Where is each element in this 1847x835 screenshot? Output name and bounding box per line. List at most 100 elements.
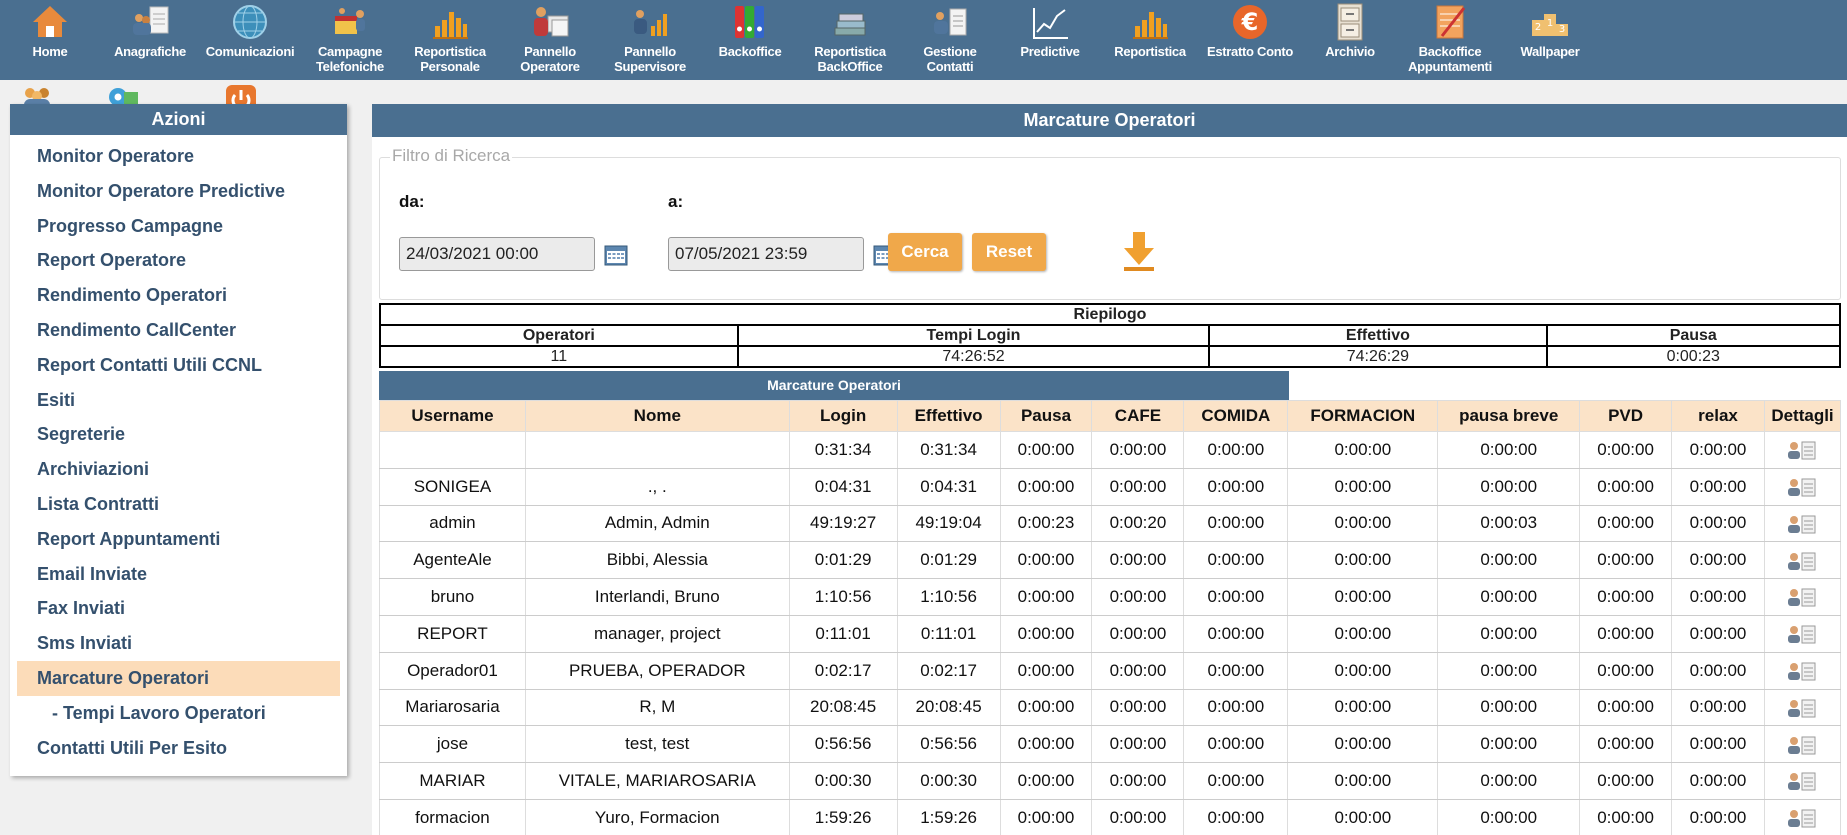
sidebar-item[interactable]: Lista Contratti bbox=[17, 487, 340, 522]
toolbar-item[interactable]: Pannello Supervisore bbox=[600, 0, 700, 80]
column-header[interactable]: pausa breve bbox=[1437, 400, 1581, 432]
table-row: REPORT manager, project 0:11:01 0:11:01 0:00… bbox=[379, 615, 1842, 653]
column-header[interactable]: Login bbox=[788, 400, 898, 432]
details-cell bbox=[1763, 799, 1842, 835]
column-header[interactable]: relax bbox=[1671, 400, 1765, 432]
to-date-input[interactable] bbox=[668, 237, 864, 271]
sidebar-item[interactable]: Monitor Operatore bbox=[17, 139, 340, 174]
toolbar-item-label: Backoffice bbox=[718, 44, 782, 59]
toolbar-item[interactable]: Home bbox=[0, 0, 100, 80]
column-header[interactable]: Username bbox=[379, 400, 526, 432]
table-cell: 1:10:56 bbox=[788, 578, 898, 616]
toolbar-item[interactable]: Backoffice Appuntamenti bbox=[1400, 0, 1500, 80]
sidebar-item[interactable]: Rendimento CallCenter bbox=[17, 313, 340, 348]
table-cell: 0:00:00 bbox=[1579, 762, 1673, 800]
sidebar-item[interactable]: Archiviazioni bbox=[17, 452, 340, 487]
toolbar-item[interactable]: Anagrafiche bbox=[100, 0, 200, 80]
toolbar-item[interactable]: Campagne Telefoniche bbox=[300, 0, 400, 80]
sidebar-item[interactable]: Report Appuntamenti bbox=[17, 522, 340, 557]
user-details-icon[interactable] bbox=[1786, 661, 1818, 681]
sidebar-item[interactable]: Esiti bbox=[17, 383, 340, 418]
user-details-icon[interactable] bbox=[1786, 698, 1818, 718]
table-row: AgenteAle Bibbi, Alessia 0:01:29 0:01:29 0:0… bbox=[379, 541, 1842, 580]
sidebar-item[interactable]: Segreterie bbox=[17, 417, 340, 452]
toolbar-item[interactable]: € Estratto Conto bbox=[1200, 0, 1300, 80]
toolbar-item-label: Estratto Conto bbox=[1206, 44, 1294, 59]
toolbar-item-label: Archivio bbox=[1325, 44, 1375, 59]
column-header[interactable]: Effettivo bbox=[896, 400, 1001, 432]
toolbar-item[interactable]: Predictive bbox=[1000, 0, 1100, 80]
settings-gears-icon[interactable] bbox=[106, 83, 140, 104]
user-details-icon[interactable] bbox=[1786, 808, 1818, 828]
user-details-icon[interactable] bbox=[1786, 514, 1818, 534]
column-header[interactable]: COMIDA bbox=[1183, 400, 1289, 432]
sidebar-item[interactable]: Email Inviate bbox=[17, 557, 340, 592]
column-header[interactable]: FORMACION bbox=[1287, 400, 1439, 432]
table-cell: 0:00:00 bbox=[1091, 431, 1185, 469]
user-details-icon[interactable] bbox=[1786, 735, 1818, 755]
column-header[interactable]: PVD bbox=[1579, 400, 1673, 432]
table-cell: 0:11:01 bbox=[788, 615, 898, 653]
details-cell bbox=[1763, 431, 1842, 469]
user-details-icon[interactable] bbox=[1786, 477, 1818, 497]
sidebar-item[interactable]: Sms Inviati bbox=[17, 626, 340, 661]
table-cell: formacion bbox=[379, 799, 526, 835]
toolbar-item[interactable]: Reportistica BackOffice bbox=[800, 0, 900, 80]
reset-button[interactable]: Reset bbox=[972, 233, 1046, 271]
table-cell: AgenteAle bbox=[379, 541, 526, 580]
toolbar-item[interactable]: Backoffice bbox=[700, 0, 800, 80]
podium-icon: 12 3 bbox=[1530, 2, 1570, 42]
table-cell: REPORT bbox=[379, 615, 526, 653]
users-group-icon[interactable] bbox=[20, 83, 54, 104]
table-cell: 0:00:00 bbox=[1183, 799, 1289, 835]
table-cell: 0:00:00 bbox=[1579, 468, 1673, 506]
toolbar-item[interactable]: Reportistica bbox=[1100, 0, 1200, 80]
operators-table: Username Nome Login Effettivo Pausa CAFE COMID… bbox=[379, 400, 1842, 835]
sidebar-item[interactable]: Contatti Utili Per Esito bbox=[17, 731, 340, 766]
sidebar-item[interactable]: Rendimento Operatori bbox=[17, 278, 340, 313]
table-cell: ., . bbox=[524, 468, 790, 506]
sidebar-item[interactable]: Marcature Operatori bbox=[17, 660, 340, 696]
column-header[interactable]: Dettagli bbox=[1763, 400, 1842, 432]
summary-table: Riepilogo Operatori Tempi Login Effettivo P… bbox=[379, 303, 1842, 368]
user-details-icon[interactable] bbox=[1786, 624, 1818, 644]
column-header[interactable]: CAFE bbox=[1091, 400, 1185, 432]
table-cell: 0:00:00 bbox=[1437, 431, 1581, 469]
user-details-icon[interactable] bbox=[1786, 587, 1818, 607]
details-cell bbox=[1763, 615, 1842, 653]
table-cell: 0:00:00 bbox=[999, 468, 1093, 506]
user-details-icon[interactable] bbox=[1786, 771, 1818, 791]
sidebar-item[interactable]: Report Operatore bbox=[17, 243, 340, 278]
user-details-icon[interactable] bbox=[1786, 440, 1818, 460]
sidebar-item[interactable]: Report Contatti Utili CCNL bbox=[17, 348, 340, 383]
details-cell bbox=[1763, 578, 1842, 616]
summary-value: 0:00:23 bbox=[1545, 345, 1842, 368]
from-date-input[interactable] bbox=[399, 237, 595, 271]
toolbar-item[interactable]: Archivio bbox=[1300, 0, 1400, 80]
toolbar-item[interactable]: Pannello Operatore bbox=[500, 0, 600, 80]
toolbar-item[interactable]: 1 2 3 Wallpaper bbox=[1500, 0, 1600, 80]
column-header[interactable]: Pausa bbox=[999, 400, 1093, 432]
user-details-icon[interactable] bbox=[1786, 551, 1818, 571]
table-cell: 0:00:00 bbox=[1287, 762, 1439, 800]
table-cell: 0:00:00 bbox=[1091, 468, 1185, 506]
table-cell: 0:00:00 bbox=[1287, 652, 1439, 690]
toolbar-item[interactable]: Comunicazioni bbox=[200, 0, 300, 80]
calendar-icon[interactable] bbox=[604, 244, 628, 266]
download-arrow-icon[interactable] bbox=[1122, 229, 1156, 273]
table-cell: 0:00:00 bbox=[1287, 615, 1439, 653]
table-cell: 0:00:00 bbox=[1091, 541, 1185, 580]
table-cell: 0:04:31 bbox=[896, 468, 1001, 506]
power-logout-icon[interactable] bbox=[224, 83, 258, 104]
search-button[interactable]: Cerca bbox=[888, 233, 962, 271]
toolbar-item[interactable]: Gestione Contatti bbox=[900, 0, 1000, 80]
table-cell: PRUEBA, OPERADOR bbox=[524, 652, 790, 690]
sidebar-item[interactable]: Monitor Operatore Predictive bbox=[17, 174, 340, 209]
column-header[interactable]: Nome bbox=[524, 400, 790, 432]
sidebar-item[interactable]: - Tempi Lavoro Operatori bbox=[17, 696, 340, 731]
table-cell: 0:00:00 bbox=[1579, 431, 1673, 469]
sidebar-item[interactable]: Progresso Campagne bbox=[17, 209, 340, 244]
sidebar-item[interactable]: Fax Inviati bbox=[17, 591, 340, 626]
toolbar-item[interactable]: Reportistica Personale bbox=[400, 0, 500, 80]
table-cell: 0:00:00 bbox=[999, 762, 1093, 800]
